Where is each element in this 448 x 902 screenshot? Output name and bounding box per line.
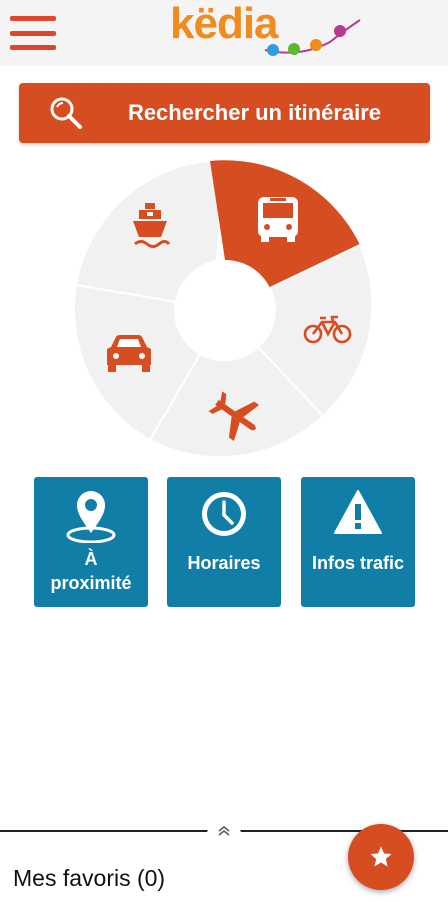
- search-icon: [49, 96, 83, 135]
- schedules-label: Horaires: [187, 553, 261, 573]
- location-pin-icon: [34, 489, 148, 543]
- search-itinerary-button[interactable]: Rechercher un itinéraire: [19, 83, 430, 143]
- menu-button[interactable]: [10, 16, 56, 50]
- warning-icon: [301, 489, 415, 539]
- transport-mode-wheel: [75, 160, 375, 460]
- clock-icon: [167, 489, 281, 539]
- traffic-info-tile[interactable]: Infos trafic: [301, 477, 415, 607]
- app-header: këdia: [0, 0, 448, 66]
- star-icon: [370, 846, 392, 867]
- logo-route-icon: [264, 19, 361, 56]
- favorites-label[interactable]: Mes favoris (0): [13, 865, 165, 892]
- traffic-info-label: Infos trafic: [311, 553, 404, 573]
- chevron-up-icon: [218, 826, 230, 836]
- nearby-tile[interactable]: À proximité: [34, 477, 148, 607]
- favorites-fab-button[interactable]: [348, 824, 414, 890]
- app-logo: këdia: [170, 0, 370, 62]
- quick-access-tiles: À proximité Horaires Infos trafic: [34, 477, 415, 607]
- hamburger-icon: [10, 16, 56, 21]
- drag-handle[interactable]: [205, 822, 243, 840]
- nearby-label: À proximité: [50, 549, 132, 593]
- schedules-tile[interactable]: Horaires: [167, 477, 281, 607]
- bus-icon: [258, 197, 298, 242]
- search-button-label: Rechercher un itinéraire: [127, 100, 382, 125]
